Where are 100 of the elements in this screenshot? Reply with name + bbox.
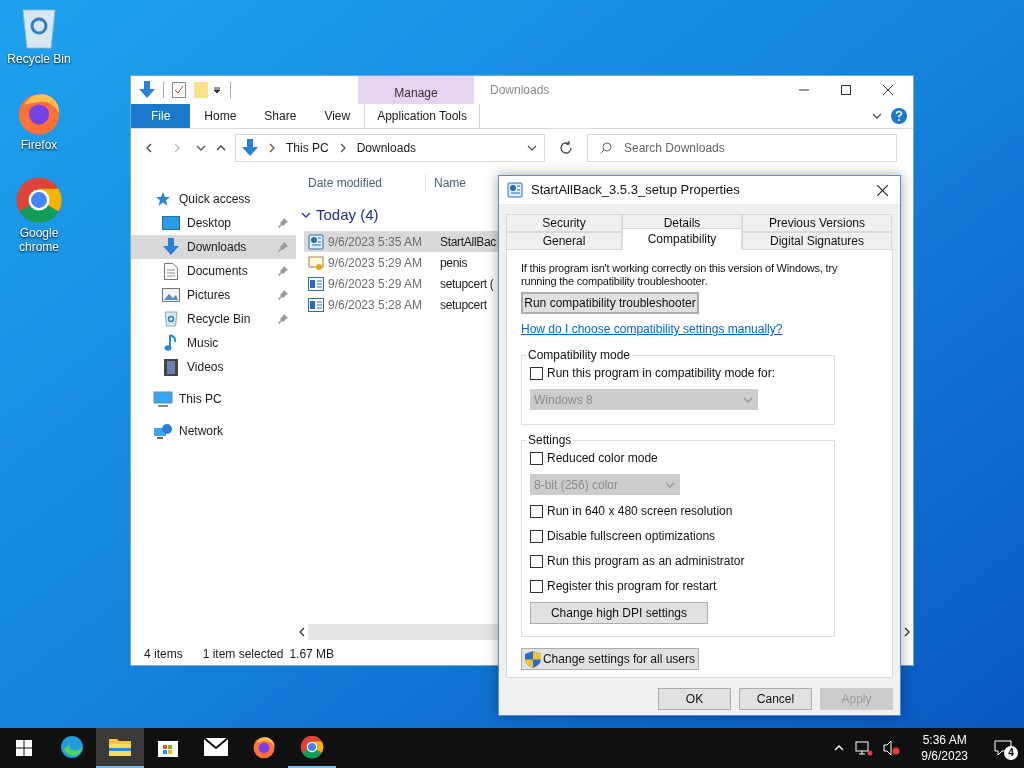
selection-size: 1.67 MB: [289, 646, 335, 663]
message-icon: [994, 740, 1012, 756]
dropdown-icon[interactable]: [212, 85, 222, 95]
nav-item[interactable]: Quick access: [131, 187, 296, 211]
certificate-icon: [308, 254, 324, 271]
name-cell-text: penis: [440, 254, 468, 272]
network-icon[interactable]: [855, 740, 874, 756]
breadcrumb[interactable]: This PC: [286, 139, 329, 157]
search-icon: [600, 142, 612, 154]
breadcrumb[interactable]: Downloads: [356, 139, 417, 157]
ribbon-tab[interactable]: Share: [250, 104, 311, 128]
item-count: 4 items: [144, 646, 183, 663]
firefox-icon: [252, 735, 276, 759]
refresh-icon[interactable]: [559, 141, 573, 155]
application-icon: [308, 276, 324, 291]
maximize-icon[interactable]: [841, 85, 851, 95]
nav-item[interactable]: Desktop: [131, 211, 296, 235]
properties-icon[interactable]: [172, 82, 186, 98]
checkbox[interactable]: Run this program in compatibility mode for:: [530, 364, 826, 382]
nav-item[interactable]: Downloads: [131, 235, 296, 259]
mail-icon: [204, 738, 228, 756]
clock[interactable]: 5:36 AM 9/6/2023: [921, 732, 968, 764]
date-cell-text: 9/6/2023 5:29 AM: [328, 275, 424, 293]
ribbon-tab[interactable]: File: [131, 104, 191, 128]
window-title: Downloads: [490, 82, 550, 99]
nav-item[interactable]: Recycle Bin: [131, 307, 296, 331]
search-field[interactable]: Search Downloads: [587, 134, 897, 162]
close-icon[interactable]: [883, 85, 893, 95]
download-arrow-icon: [139, 81, 155, 99]
checkbox[interactable]: Reduced color mode: [530, 449, 826, 467]
network-icon: [153, 423, 173, 439]
installer-icon: [308, 233, 324, 250]
file-row[interactable]: 9/6/2023 5:29 AM penis: [304, 252, 514, 273]
column-header[interactable]: Name: [426, 174, 466, 192]
checkbox[interactable]: Run this program as an administrator: [530, 552, 826, 570]
nav-item[interactable]: Music: [131, 331, 296, 355]
name-cell-text: setupcert: [440, 296, 487, 314]
nav-item[interactable]: This PC: [131, 387, 296, 411]
dialog-tab[interactable]: Previous Versions: [742, 214, 892, 232]
close-icon[interactable]: [877, 184, 888, 196]
download-arrow-icon: [242, 139, 258, 157]
pictures-icon: [162, 288, 180, 302]
film-icon: [164, 358, 178, 376]
help-icon[interactable]: [891, 108, 907, 124]
muted-speaker-icon[interactable]: [883, 740, 902, 756]
notifications-button[interactable]: 4: [988, 728, 1018, 768]
file-row[interactable]: 9/6/2023 5:28 AM setupcert: [304, 294, 514, 315]
notification-count: 4: [1004, 746, 1018, 760]
context-header: Manage: [358, 76, 474, 104]
checkbox[interactable]: Register this program for restart: [530, 577, 826, 595]
chrome-icon: [300, 735, 324, 759]
name-cell-text: setupcert (: [440, 275, 494, 293]
document-icon: [164, 262, 178, 280]
dialog-button[interactable]: OK: [658, 688, 731, 710]
help-link[interactable]: How do I choose compatibility settings manually?: [521, 320, 878, 338]
recycle-bin-icon: [19, 6, 59, 50]
nav-item[interactable]: Videos: [131, 355, 296, 379]
star-icon: [155, 191, 171, 207]
group-header[interactable]: Today (4): [316, 203, 379, 227]
file-row[interactable]: 9/6/2023 5:29 AM setupcert (: [304, 273, 514, 294]
taskbar-app[interactable]: [96, 728, 144, 768]
dpi-settings-button[interactable]: Change high DPI settings: [530, 602, 708, 624]
name-cell-text: StartAllBac: [440, 233, 497, 251]
date-cell-text: 9/6/2023 5:28 AM: [328, 296, 424, 314]
ribbon-tab[interactable]: Home: [190, 104, 251, 128]
intro-text: If this program isn't working correctly on this version of Windows, try running the compatibility troubleshooter.: [521, 262, 839, 288]
dialog-tab[interactable]: General: [506, 232, 622, 250]
shield-icon: [524, 650, 541, 668]
nav-item[interactable]: Pictures: [131, 283, 296, 307]
installer-icon: [507, 182, 523, 198]
music-note-icon: [164, 334, 178, 352]
dialog-tab[interactable]: Compatibility: [622, 228, 742, 250]
dialog-title: StartAllBack_3.5.3_setup Properties: [531, 181, 740, 200]
windows-logo-icon: [16, 740, 32, 756]
address-bar[interactable]: This PC Downloads: [235, 134, 545, 162]
all-users-button[interactable]: Change settings for all users: [521, 648, 699, 670]
troubleshooter-button[interactable]: Run compatibility troubleshooter: [521, 292, 699, 314]
ribbon-tab[interactable]: View: [310, 104, 365, 128]
dialog-button[interactable]: Cancel: [739, 688, 812, 710]
checkbox[interactable]: Disable fullscreen optimizations: [530, 527, 826, 545]
edge-icon: [60, 735, 84, 759]
download-arrow-icon: [163, 238, 179, 256]
group-label: Compatibility mode: [527, 347, 632, 364]
selection-count: 1 item selected: [202, 646, 284, 663]
chrome-icon: [15, 176, 63, 224]
date-cell-text: 9/6/2023 5:29 AM: [328, 254, 424, 272]
application-icon: [308, 297, 324, 312]
checkbox[interactable]: Run in 640 x 480 screen resolution: [530, 502, 826, 520]
column-header[interactable]: Date modified: [296, 174, 426, 192]
nav-item[interactable]: Documents: [131, 259, 296, 283]
desktop-icon: [162, 216, 180, 230]
ribbon-tab[interactable]: Application Tools: [364, 104, 481, 128]
monitor-icon: [153, 391, 173, 407]
recycle-bin-icon: [164, 311, 178, 327]
folder-icon: [108, 737, 132, 757]
group-label: Settings: [527, 432, 573, 449]
date-cell-text: 9/6/2023 5:35 AM: [328, 233, 424, 251]
dialog-tab[interactable]: Digital Signatures: [742, 232, 892, 250]
nav-item[interactable]: Network: [131, 419, 296, 443]
dialog-tab[interactable]: Security: [506, 214, 622, 232]
